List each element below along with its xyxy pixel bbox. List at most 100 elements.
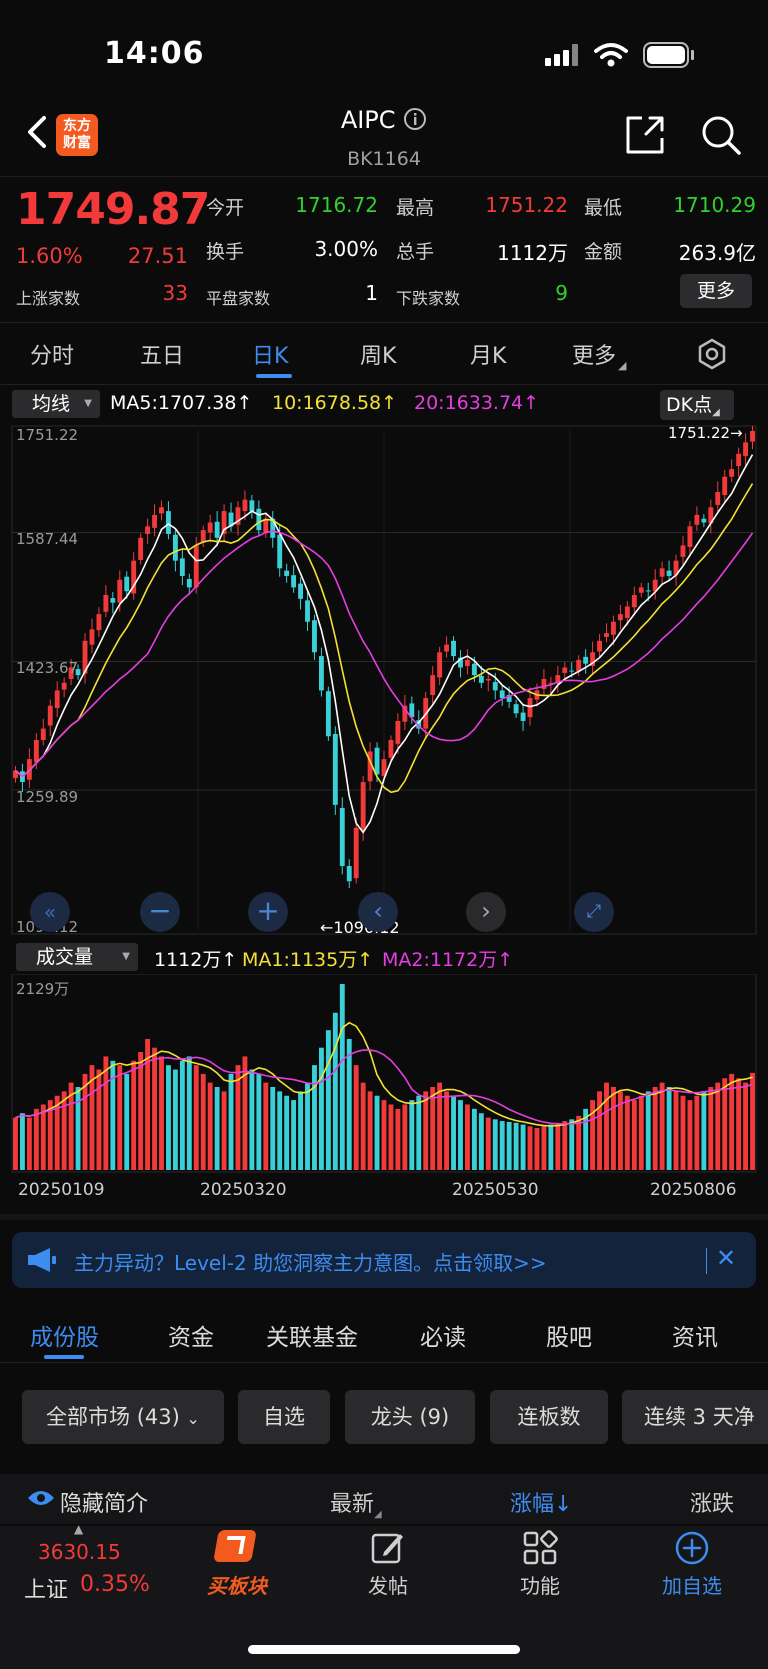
volume-bar [444, 1091, 450, 1170]
volume-bar [214, 1087, 220, 1170]
add-watchlist-icon[interactable] [674, 1530, 710, 1566]
settings-gear-icon[interactable] [696, 338, 728, 370]
volume-bar [416, 1095, 422, 1170]
candle-body [159, 507, 164, 514]
zoom-out-button[interactable]: − [140, 892, 180, 932]
ma-dropdown[interactable]: 均线 ▼ [12, 390, 100, 418]
filter-consecutive-inflow[interactable]: 连续 3 天净 [622, 1390, 768, 1444]
index-pct[interactable]: 0.35% [80, 1572, 150, 1597]
volume-bar [395, 1108, 401, 1170]
tab-related-funds[interactable]: 关联基金 [266, 1318, 358, 1352]
filter-watchlist[interactable]: 自选 [238, 1390, 330, 1444]
pan-right-button[interactable]: › [466, 892, 506, 932]
down-count: 9 [555, 281, 568, 305]
candle-body [499, 690, 505, 699]
tab-forum[interactable]: 股吧 [546, 1318, 592, 1352]
high-marker: 1751.22→ [668, 424, 743, 442]
tab-five-day[interactable]: 五日 [140, 338, 184, 370]
volume-bar [666, 1087, 672, 1170]
volume-bar [423, 1091, 429, 1170]
vol-ma2-value: MA2:1172万↑ [382, 949, 514, 971]
filter-limit-up-count[interactable]: 连板数 [490, 1390, 608, 1444]
close-icon[interactable]: ✕ [716, 1244, 736, 1272]
candle-body [701, 518, 707, 523]
more-button[interactable]: 更多 [680, 274, 752, 308]
add-watchlist-button[interactable]: 加自选 [632, 1570, 752, 1599]
functions-button[interactable]: 功能 [480, 1570, 600, 1599]
info-icon[interactable] [403, 107, 427, 131]
buy-board-icon[interactable] [212, 1528, 258, 1566]
volume-bar [200, 1073, 206, 1170]
dk-point-button[interactable]: DK点◢ [660, 390, 734, 420]
pan-left-button[interactable]: ‹ [358, 892, 398, 932]
volume-bar [471, 1108, 477, 1170]
high-value: 1751.22 [485, 193, 568, 217]
candle-body [743, 442, 749, 457]
volume-bar [624, 1095, 630, 1170]
tab-more[interactable]: 更多 ◢ [572, 338, 626, 372]
price-axis-label: 1423.67 [16, 659, 79, 677]
candle-body [722, 476, 728, 496]
eye-icon[interactable] [26, 1488, 56, 1508]
share-icon[interactable] [624, 114, 666, 156]
volume-bar [270, 1087, 276, 1170]
candle-body [715, 491, 721, 505]
zoom-first-button[interactable]: « [30, 892, 70, 932]
volume-bar [325, 1030, 331, 1170]
tab-news[interactable]: 资讯 [672, 1318, 718, 1352]
candle-body [631, 595, 637, 608]
candle-body [437, 652, 443, 678]
fullscreen-button[interactable]: ⤢ [574, 892, 614, 932]
volume-bar [172, 1069, 178, 1170]
volume-bar [228, 1073, 234, 1170]
filter-all-market[interactable]: 全部市场 (43) ⌄ [22, 1390, 224, 1444]
volume-bar [305, 1082, 310, 1170]
flat-count: 1 [365, 281, 378, 305]
post-button[interactable]: 发帖 [328, 1570, 448, 1599]
sort-down-icon: ↓ [554, 1492, 573, 1517]
volume-bar [701, 1091, 707, 1170]
tab-monthly-k[interactable]: 月K [470, 338, 506, 370]
hide-intro-toggle[interactable]: 隐藏简介 [60, 1486, 148, 1518]
low-value: 1710.29 [673, 193, 756, 217]
candle-body [485, 678, 491, 681]
candle-body [569, 670, 575, 672]
candle-body [284, 570, 290, 576]
search-icon[interactable] [700, 114, 742, 156]
tab-intraday[interactable]: 分时 [30, 338, 74, 370]
functions-icon[interactable] [522, 1530, 558, 1566]
candle-body [305, 600, 310, 622]
column-change[interactable]: 涨跌 [690, 1486, 734, 1518]
candle-body [513, 704, 519, 714]
volume-bar [645, 1091, 651, 1170]
buy-board-button[interactable]: 买板块 [177, 1570, 297, 1599]
zoom-in-button[interactable]: + [248, 892, 288, 932]
tab-weekly-k[interactable]: 周K [360, 338, 396, 370]
candle-body [478, 675, 484, 683]
candle-body [166, 511, 171, 534]
tab-must-read[interactable]: 必读 [420, 1318, 466, 1352]
volume-bar [750, 1072, 755, 1170]
volume-bar [117, 1065, 123, 1170]
open-label: 今开 [206, 197, 245, 219]
volume-bar [743, 1082, 749, 1170]
filter-leaders[interactable]: 龙头 (9) [345, 1390, 475, 1444]
volume-dropdown[interactable]: 成交量 ▼ [16, 943, 138, 971]
column-latest[interactable]: 最新◢ [330, 1486, 382, 1520]
candle-body [374, 747, 380, 775]
post-icon[interactable] [370, 1530, 406, 1566]
tab-constituents[interactable]: 成份股 [30, 1318, 99, 1352]
up-count: 33 [162, 281, 188, 305]
volume-bar [277, 1091, 283, 1170]
candlestick-chart[interactable] [0, 422, 768, 940]
tab-funds[interactable]: 资金 [168, 1318, 214, 1352]
index-name[interactable]: 上证 [24, 1572, 68, 1604]
column-change-pct[interactable]: 涨幅↓ [510, 1486, 572, 1518]
candle-body [332, 733, 338, 805]
index-value[interactable]: 3630.15 [38, 1540, 121, 1564]
volume-bar [458, 1100, 463, 1170]
banner-text[interactable]: 主力异动？Level-2 助您洞察主力意图。点击领取>> [74, 1247, 547, 1276]
volume-chart[interactable] [0, 974, 768, 1174]
candle-body [750, 431, 755, 442]
tab-daily-k[interactable]: 日K [252, 338, 288, 370]
